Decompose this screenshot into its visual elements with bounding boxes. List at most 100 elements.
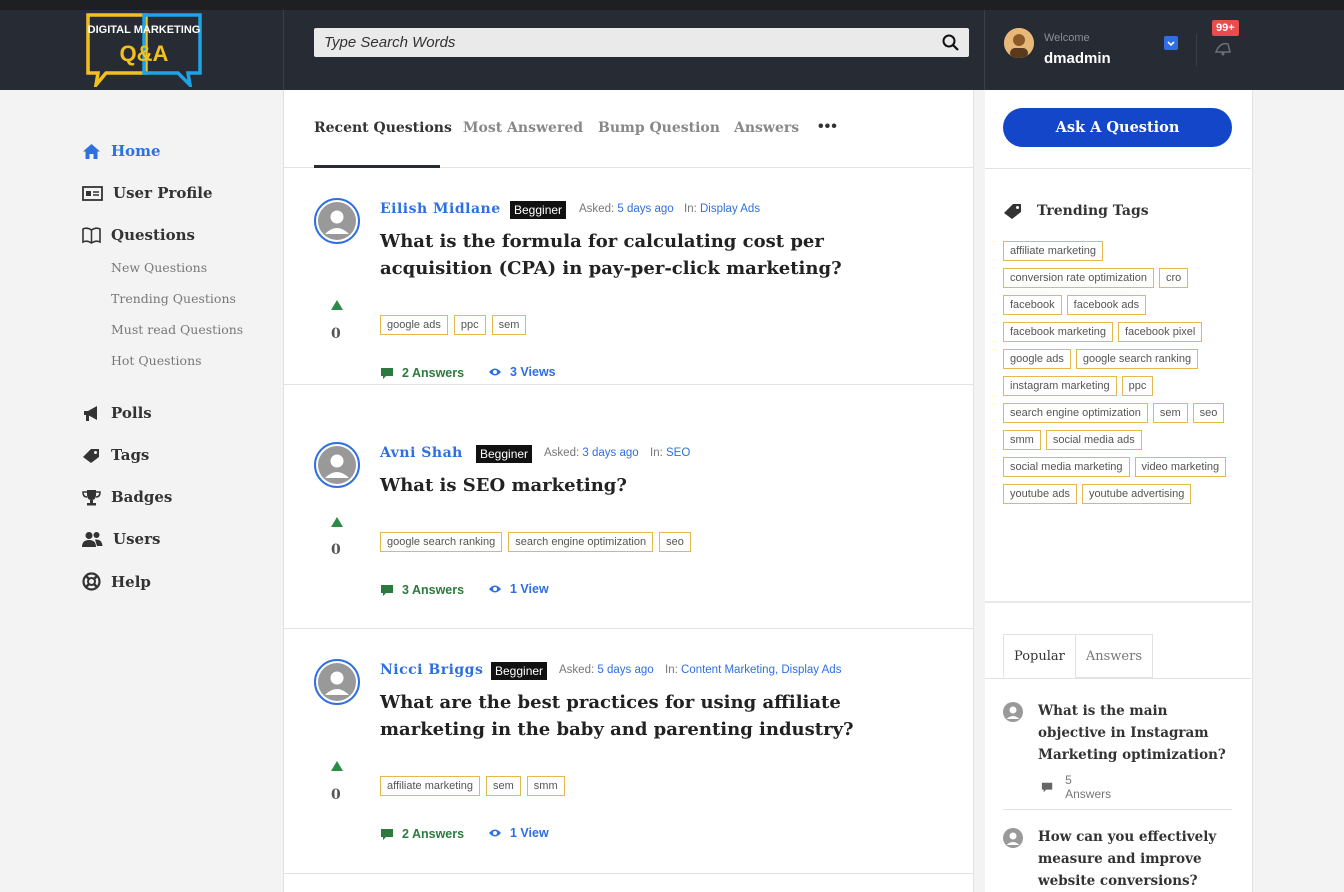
tab-popular[interactable]: Popular <box>1003 634 1076 678</box>
author-avatar[interactable] <box>314 198 360 244</box>
user-avatar[interactable] <box>1004 28 1034 58</box>
question-item: Eilish Midlane Begginer Asked: 5 days ag… <box>284 168 973 385</box>
user-menu-dropdown[interactable] <box>1164 36 1178 50</box>
question-author[interactable]: Eilish Midlane <box>380 201 501 217</box>
sidebar-item-tags[interactable]: Tags <box>82 446 149 464</box>
sidebar-item-users[interactable]: Users <box>82 530 160 548</box>
notification-icon[interactable] <box>1214 40 1232 56</box>
username[interactable]: dmadmin <box>1044 50 1111 67</box>
tag-chip[interactable]: sem <box>491 315 527 335</box>
search-icon[interactable] <box>942 34 959 51</box>
tag-chip[interactable]: sem <box>486 776 521 796</box>
tab-recent-questions[interactable]: Recent Questions <box>314 120 452 136</box>
sidebar-subitem-hot-questions[interactable]: Hot Questions <box>111 353 202 368</box>
answers-count[interactable]: 2 Answers <box>380 827 464 841</box>
question-title[interactable]: What is SEO marketing? <box>380 472 940 499</box>
sidebar-item-badges[interactable]: Badges <box>82 488 172 506</box>
trending-tag[interactable]: social media ads <box>1045 430 1142 450</box>
answers-label: 2 Answers <box>402 366 465 380</box>
vote-up-icon[interactable] <box>331 761 343 771</box>
views-label: 1 View <box>510 826 549 840</box>
sidebar-item-user-profile[interactable]: User Profile <box>82 184 213 202</box>
popular-answers-count[interactable]: 5 Answers <box>1041 773 1113 801</box>
tab-bump-question[interactable]: Bump Question <box>598 120 720 136</box>
tag-chip[interactable]: google search ranking <box>380 532 503 552</box>
comment-icon <box>1041 782 1053 792</box>
site-logo[interactable]: DIGITAL MARKETING Q&A <box>84 11 204 87</box>
answers-count[interactable]: 3 Answers <box>380 583 464 597</box>
tag-chip[interactable]: ppc <box>453 315 486 335</box>
vote-count: 0 <box>331 542 341 558</box>
category-link[interactable]: Display Ads <box>700 203 760 215</box>
tab-answers[interactable]: Answers <box>734 120 799 136</box>
trending-tag[interactable]: social media marketing <box>1003 457 1130 477</box>
trending-tags-list: affiliate marketing conversion rate opti… <box>1003 241 1238 504</box>
question-tags: google search ranking search engine opti… <box>380 532 691 552</box>
trending-tag[interactable]: smm <box>1003 430 1041 450</box>
trending-tag[interactable]: facebook marketing <box>1003 322 1113 342</box>
trending-tag[interactable]: google search ranking <box>1075 349 1199 369</box>
asked-link[interactable]: 3 days ago <box>582 447 638 459</box>
sidebar-item-polls[interactable]: Polls <box>82 404 152 422</box>
eye-icon <box>489 829 501 837</box>
trending-tag[interactable]: google ads <box>1003 349 1071 369</box>
question-category: In: Display Ads <box>684 203 760 215</box>
tab-widget-answers[interactable]: Answers <box>1075 634 1154 678</box>
trending-tag[interactable]: facebook pixel <box>1118 322 1203 342</box>
more-tabs-icon[interactable]: ••• <box>818 118 838 136</box>
sidebar-item-questions[interactable]: Questions <box>82 226 195 244</box>
category-link[interactable]: SEO <box>666 447 690 459</box>
ask-question-button[interactable]: Ask A Question <box>1003 108 1232 147</box>
trending-tag[interactable]: facebook ads <box>1066 295 1147 315</box>
trending-tag[interactable]: search engine optimization <box>1003 403 1148 423</box>
trending-tag[interactable]: youtube ads <box>1003 484 1077 504</box>
trending-tag[interactable]: seo <box>1192 403 1225 423</box>
asked-link[interactable]: 5 days ago <box>617 203 673 215</box>
trending-tag[interactable]: instagram marketing <box>1003 376 1117 396</box>
search-input[interactable]: Type Search Words <box>324 34 455 51</box>
vote-up-icon[interactable] <box>331 517 343 527</box>
category-link[interactable]: Content Marketing, Display Ads <box>681 664 841 676</box>
sidebar-subitem-must-read-questions[interactable]: Must read Questions <box>111 322 243 337</box>
question-title[interactable]: What are the best practices for using af… <box>380 689 940 743</box>
tag-chip[interactable]: affiliate marketing <box>380 776 481 796</box>
trending-tag[interactable]: youtube advertising <box>1081 484 1192 504</box>
comment-icon <box>381 828 393 840</box>
vote-up-icon[interactable] <box>331 300 343 310</box>
trending-tag[interactable]: ppc <box>1121 376 1154 396</box>
asked-label: Asked: <box>544 447 580 459</box>
answers-count[interactable]: 2 Answers <box>380 366 464 380</box>
sidebar-item-help[interactable]: Help <box>82 572 151 591</box>
in-label: In: <box>684 203 697 215</box>
tag-chip[interactable]: google ads <box>380 315 448 335</box>
tag-chip[interactable]: search engine optimization <box>508 532 654 552</box>
eye-icon <box>489 585 501 593</box>
asked-link[interactable]: 5 days ago <box>597 664 653 676</box>
trending-tag[interactable]: affiliate marketing <box>1003 241 1104 261</box>
author-avatar[interactable] <box>314 442 360 488</box>
author-avatar[interactable] <box>314 659 360 705</box>
views-count: 1 View <box>488 582 549 596</box>
header-divider <box>283 10 284 90</box>
search-box[interactable]: Type Search Words <box>314 28 969 57</box>
top-strip <box>0 0 1344 10</box>
sidebar-subitem-trending-questions[interactable]: Trending Questions <box>111 291 236 306</box>
sidebar-subitem-new-questions[interactable]: New Questions <box>111 260 207 275</box>
trending-tag[interactable]: conversion rate optimization <box>1003 268 1154 288</box>
question-author[interactable]: Avni Shah <box>380 445 463 461</box>
tag-chip[interactable]: seo <box>659 532 691 552</box>
trending-tag[interactable]: sem <box>1152 403 1188 423</box>
trending-tag[interactable]: video marketing <box>1134 457 1227 477</box>
asked-label: Asked: <box>579 203 615 215</box>
popular-answers-label: 5 Answers <box>1065 773 1112 801</box>
sidebar-item-home[interactable]: Home <box>82 142 161 160</box>
divider <box>985 678 1251 679</box>
popular-question-title[interactable]: What is the main objective in Instagram … <box>1038 700 1238 766</box>
question-title[interactable]: What is the formula for calculating cost… <box>380 228 940 282</box>
trending-tag[interactable]: facebook <box>1003 295 1062 315</box>
tab-most-answered[interactable]: Most Answered <box>463 120 583 136</box>
popular-question-title[interactable]: How can you effectively measure and impr… <box>1038 826 1238 892</box>
question-author[interactable]: Nicci Briggs <box>380 662 483 678</box>
trending-tag[interactable]: cro <box>1158 268 1189 288</box>
tag-chip[interactable]: smm <box>526 776 565 796</box>
